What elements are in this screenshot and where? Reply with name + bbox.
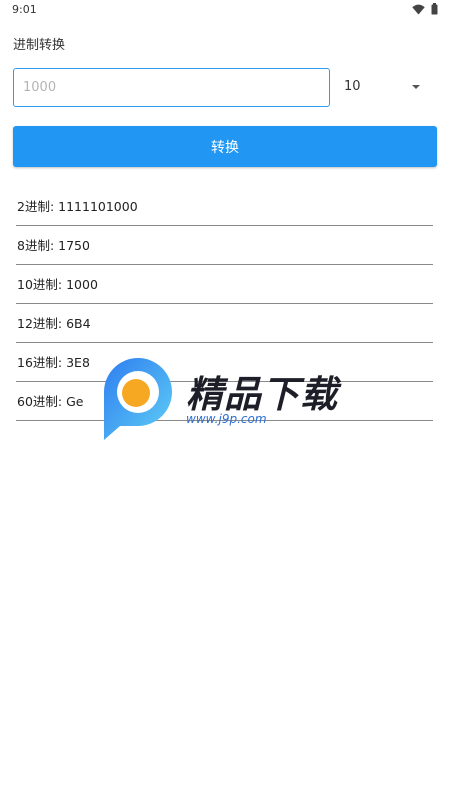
page-title: 进制转换	[13, 38, 66, 53]
status-icons	[412, 3, 438, 15]
result-item-base-60: 60进制: Ge	[16, 382, 433, 421]
screen: 9:01 进制转换 10 转换 2进制: 1111101000 8进制:	[0, 0, 450, 800]
status-time: 9:01	[12, 3, 37, 16]
result-list: 2进制: 1111101000 8进制: 1750 10进制: 1000 12进…	[16, 187, 433, 421]
result-item-base-10: 10进制: 1000	[16, 265, 433, 304]
base-select[interactable]: 10	[336, 68, 436, 107]
status-bar: 9:01	[0, 0, 450, 22]
number-input[interactable]	[13, 68, 330, 107]
base-select-value: 10	[344, 79, 361, 94]
convert-button[interactable]: 转换	[13, 126, 437, 167]
battery-icon	[431, 3, 438, 15]
result-item-base-12: 12进制: 6B4	[16, 304, 433, 343]
wifi-icon	[412, 4, 425, 15]
result-item-base-8: 8进制: 1750	[16, 226, 433, 265]
result-item-base-2: 2进制: 1111101000	[16, 187, 433, 226]
result-item-base-16: 16进制: 3E8	[16, 343, 433, 382]
chevron-down-icon	[412, 85, 420, 89]
